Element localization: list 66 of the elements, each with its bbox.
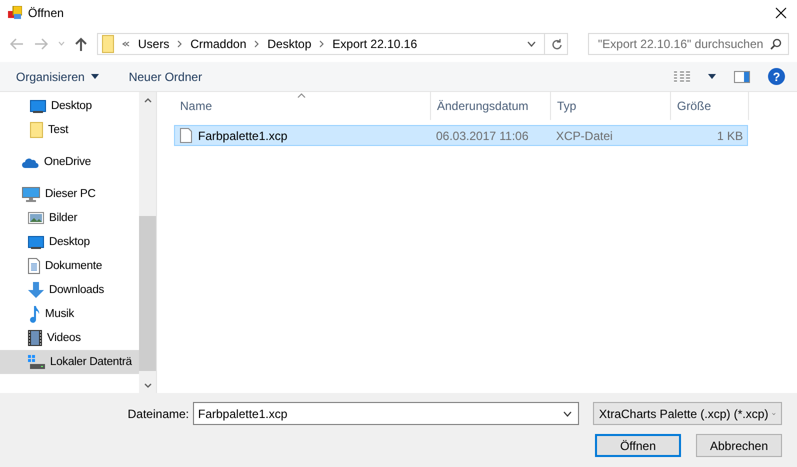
caret-icon[interactable]: [708, 74, 716, 79]
close-button[interactable]: [773, 4, 789, 21]
breadcrumb-item[interactable]: Users: [138, 36, 170, 51]
dropdown-chevron-icon[interactable]: [527, 40, 536, 47]
computer-icon: [22, 186, 40, 202]
cancel-button[interactable]: Abbrechen: [696, 434, 782, 458]
filename-field[interactable]: Farbpalette1.xcp: [193, 402, 579, 426]
file-name: Farbpalette1.xcp: [198, 128, 288, 143]
chevron-right-icon: [254, 40, 260, 48]
file-size: 1 KB: [716, 128, 743, 143]
nav-item[interactable]: Videos: [0, 326, 139, 350]
scrollbar[interactable]: [139, 92, 156, 394]
chevron-right-icon: [319, 40, 324, 48]
dropdown-chevron-icon: [563, 410, 572, 417]
nav-item[interactable]: Musik: [0, 302, 139, 326]
document-icon: [28, 258, 40, 274]
chevron-right-icon: [177, 40, 182, 48]
scroll-up-icon: [144, 98, 152, 103]
nav-item[interactable]: Lokaler Datenträ: [0, 350, 139, 374]
nav-item[interactable]: OneDrive: [0, 150, 139, 174]
breadcrumb-item[interactable]: Crmaddon: [190, 36, 246, 51]
cloud-icon: [22, 156, 39, 168]
scroll-down-icon: [144, 382, 152, 388]
folder-icon: [30, 122, 43, 138]
nav-item[interactable]: Test: [0, 118, 139, 142]
nav-item[interactable]: Dokumente: [0, 254, 139, 278]
breadcrumb-item[interactable]: Export 22.10.16: [332, 36, 418, 51]
organize-menu-button[interactable]: Organisieren: [16, 70, 99, 84]
app-icon: [8, 6, 22, 20]
filename-label: Dateiname:: [128, 406, 189, 421]
preview-pane-icon[interactable]: [734, 70, 750, 82]
file-date: 06.03.2017 11:06: [436, 128, 529, 143]
nav-item[interactable]: Bilder: [0, 206, 139, 230]
file-row[interactable]: Farbpalette1.xcp 06.03.2017 11:06 XCP-Datei 1 KB: [174, 125, 748, 146]
nav-item[interactable]: Desktop: [0, 94, 139, 118]
film-icon: [28, 330, 42, 346]
folder-icon: [102, 34, 114, 53]
up-arrow-icon[interactable]: [75, 36, 87, 51]
music-note-icon: [28, 306, 40, 323]
nav-item[interactable]: Downloads: [0, 278, 139, 302]
picture-icon: [28, 212, 44, 224]
new-folder-button[interactable]: Neuer Ordner: [128, 70, 202, 84]
nav-item[interactable]: Desktop: [0, 230, 139, 254]
window-title: Öffnen: [28, 6, 65, 20]
column-header[interactable]: Größe: [671, 92, 749, 120]
nav-item[interactable]: Dieser PC: [0, 182, 139, 206]
caret-icon: [90, 74, 99, 79]
column-header[interactable]: Typ: [551, 92, 671, 120]
column-header[interactable]: Name: [174, 92, 431, 120]
double-chevron-icon: [122, 40, 130, 47]
view-list-icon[interactable]: [674, 70, 690, 82]
column-header[interactable]: Änderungsdatum: [431, 92, 551, 120]
file-type: XCP-Datei: [556, 128, 613, 143]
address-bar[interactable]: Users Crmaddon Desktop Export 22.10.16: [97, 32, 568, 55]
search-field[interactable]: "Export 22.10.16" durchsuchen: [588, 32, 789, 55]
down-arrow-icon: [28, 282, 44, 298]
refresh-icon[interactable]: [550, 38, 562, 50]
file-icon: [180, 128, 192, 144]
search-icon: [770, 38, 782, 50]
open-button[interactable]: Öffnen: [595, 434, 681, 458]
monitor-icon: [30, 100, 46, 113]
drive-icon: [28, 355, 45, 370]
monitor-icon: [28, 236, 44, 249]
file-type-dropdown[interactable]: XtraCharts Palette (.xcp) (*.xcp): [593, 402, 782, 426]
help-button[interactable]: ?: [768, 68, 785, 85]
breadcrumb-item[interactable]: Desktop: [267, 36, 312, 51]
